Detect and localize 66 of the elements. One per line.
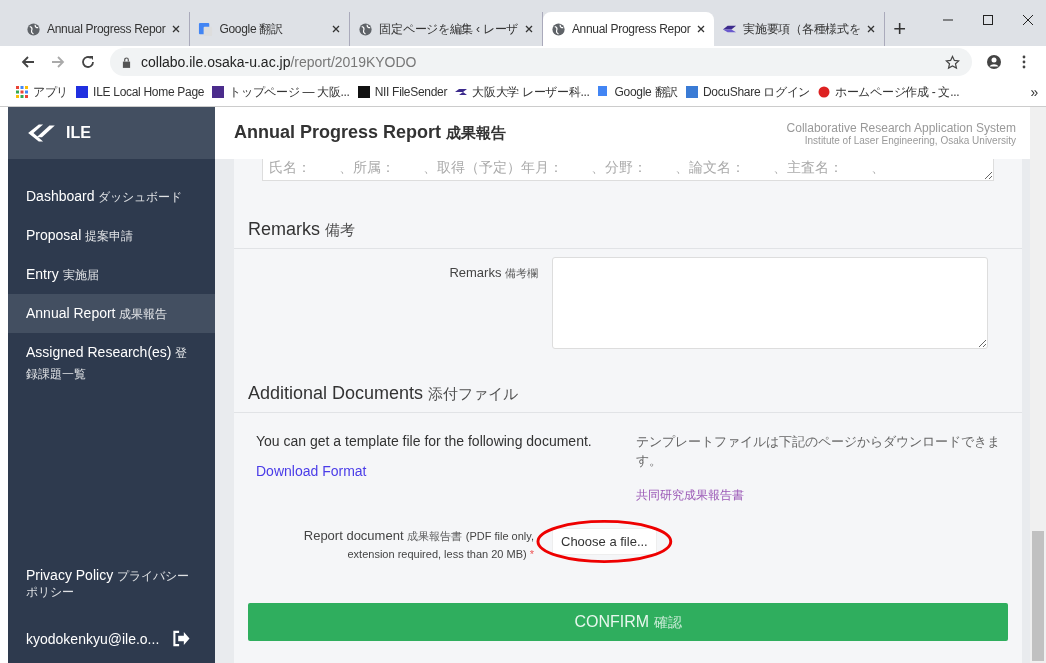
scroll-thumb[interactable] (1032, 531, 1044, 661)
bookmark[interactable]: NII FileSender (357, 85, 448, 99)
required-mark: * (529, 548, 534, 560)
close-icon[interactable] (1022, 14, 1034, 26)
browser-tab[interactable]: 実施要項（各種様式を (714, 12, 886, 46)
bookmark-icon (685, 86, 698, 98)
field-label: Remarks 備考欄 (448, 264, 539, 282)
close-icon[interactable] (523, 24, 534, 34)
download-format-link[interactable]: Download Format (256, 463, 636, 479)
sidebar-item[interactable]: Dashboard ダッシュボード (8, 177, 215, 216)
browser-tab[interactable]: Google 翻訳 (190, 12, 351, 46)
globe-icon (358, 21, 374, 37)
report-template-link[interactable]: 共同研究成果報告書 (636, 487, 1000, 504)
browser-tab[interactable]: Annual Progress Repor (542, 12, 715, 46)
browser-tab[interactable]: Annual Progress Repor (18, 12, 191, 46)
bookmark[interactable]: ILE Local Home Page (76, 85, 205, 99)
address-bar[interactable]: collabo.ile.osaka-u.ac.jp/report/2019KYODO (110, 48, 972, 76)
apps-grid-icon (16, 86, 28, 98)
field-hint: extension required, less than 20 MB) (347, 548, 527, 560)
field-label: Report document 成果報告書 (PDF file only, (303, 528, 534, 544)
bookmark-icon (212, 86, 225, 98)
close-icon[interactable] (171, 24, 182, 34)
sidebar-item[interactable]: Entry 実施届 (8, 255, 215, 294)
sidebar-item[interactable]: Annual Report 成果報告 (8, 294, 215, 333)
logout-icon[interactable] (171, 630, 192, 647)
institute-name: Institute of Laser Engineering, Osaka University (804, 134, 1016, 146)
sidebar-item[interactable]: Proposal 提案申請 (8, 216, 215, 255)
section-heading: Remarks 備考 (234, 219, 1022, 249)
system-name: Collaborative Research Application System (786, 120, 1016, 135)
bookmark-icon (597, 86, 610, 98)
sidebar-item[interactable]: Assigned Research(es) 登録課題一覧 (8, 333, 215, 393)
globe-icon (550, 21, 566, 37)
bookmark-icon (818, 86, 831, 98)
overflow-chevron[interactable]: » (1030, 84, 1038, 100)
globe-icon (26, 21, 41, 37)
close-icon[interactable] (331, 24, 342, 34)
user-email: kyodokenkyu@ile.o... (26, 630, 160, 647)
star-icon[interactable] (945, 54, 960, 70)
bookmark-icon (357, 86, 370, 98)
bookmark[interactable]: トップページ — 大阪... (212, 83, 350, 101)
bookmark[interactable]: Google 翻訳 (597, 83, 678, 101)
brand-name: ILE (66, 124, 91, 142)
section-heading: Additional Documents 添付ファイル (234, 383, 1022, 413)
reload-icon[interactable] (80, 54, 96, 70)
page-title: Annual Progress Report 成果報告 (234, 122, 507, 144)
lock-icon (122, 56, 131, 68)
privacy-policy-link[interactable]: Privacy Policy プライバシーポリシー (26, 568, 197, 600)
close-icon[interactable] (696, 24, 707, 34)
account-icon[interactable] (986, 54, 1002, 70)
scrollbar[interactable] (1030, 107, 1046, 663)
bookmark-icon (76, 86, 89, 98)
bookmark[interactable]: 大阪大学 レーザー科... (455, 83, 590, 101)
translate-icon (198, 21, 214, 37)
back-arrow-icon[interactable] (20, 54, 36, 70)
maximize-icon[interactable] (982, 14, 994, 26)
choose-file-button[interactable]: Choose a file... (552, 528, 657, 555)
template-text: テンプレートファイルは下記のページからダウンロードできます。 (636, 434, 1000, 470)
bookmark[interactable]: DocuShare ログイン (685, 83, 811, 101)
browser-tab[interactable]: 固定ページを編集 ‹ レーザ (350, 12, 543, 46)
text-area[interactable]: 氏名： 、所属： 、取得（予定）年月： 、分野： 、論文名： 、主査名： 、 (262, 159, 994, 181)
bookmark-icon (455, 86, 468, 98)
new-tab-button[interactable]: + (893, 16, 907, 42)
close-icon[interactable] (866, 24, 877, 34)
template-text: You can get a template file for the following document. (256, 433, 593, 449)
apps-bookmark[interactable]: アプリ (16, 83, 69, 101)
bookmark[interactable]: ホームページ作成 - 文... (818, 83, 960, 101)
